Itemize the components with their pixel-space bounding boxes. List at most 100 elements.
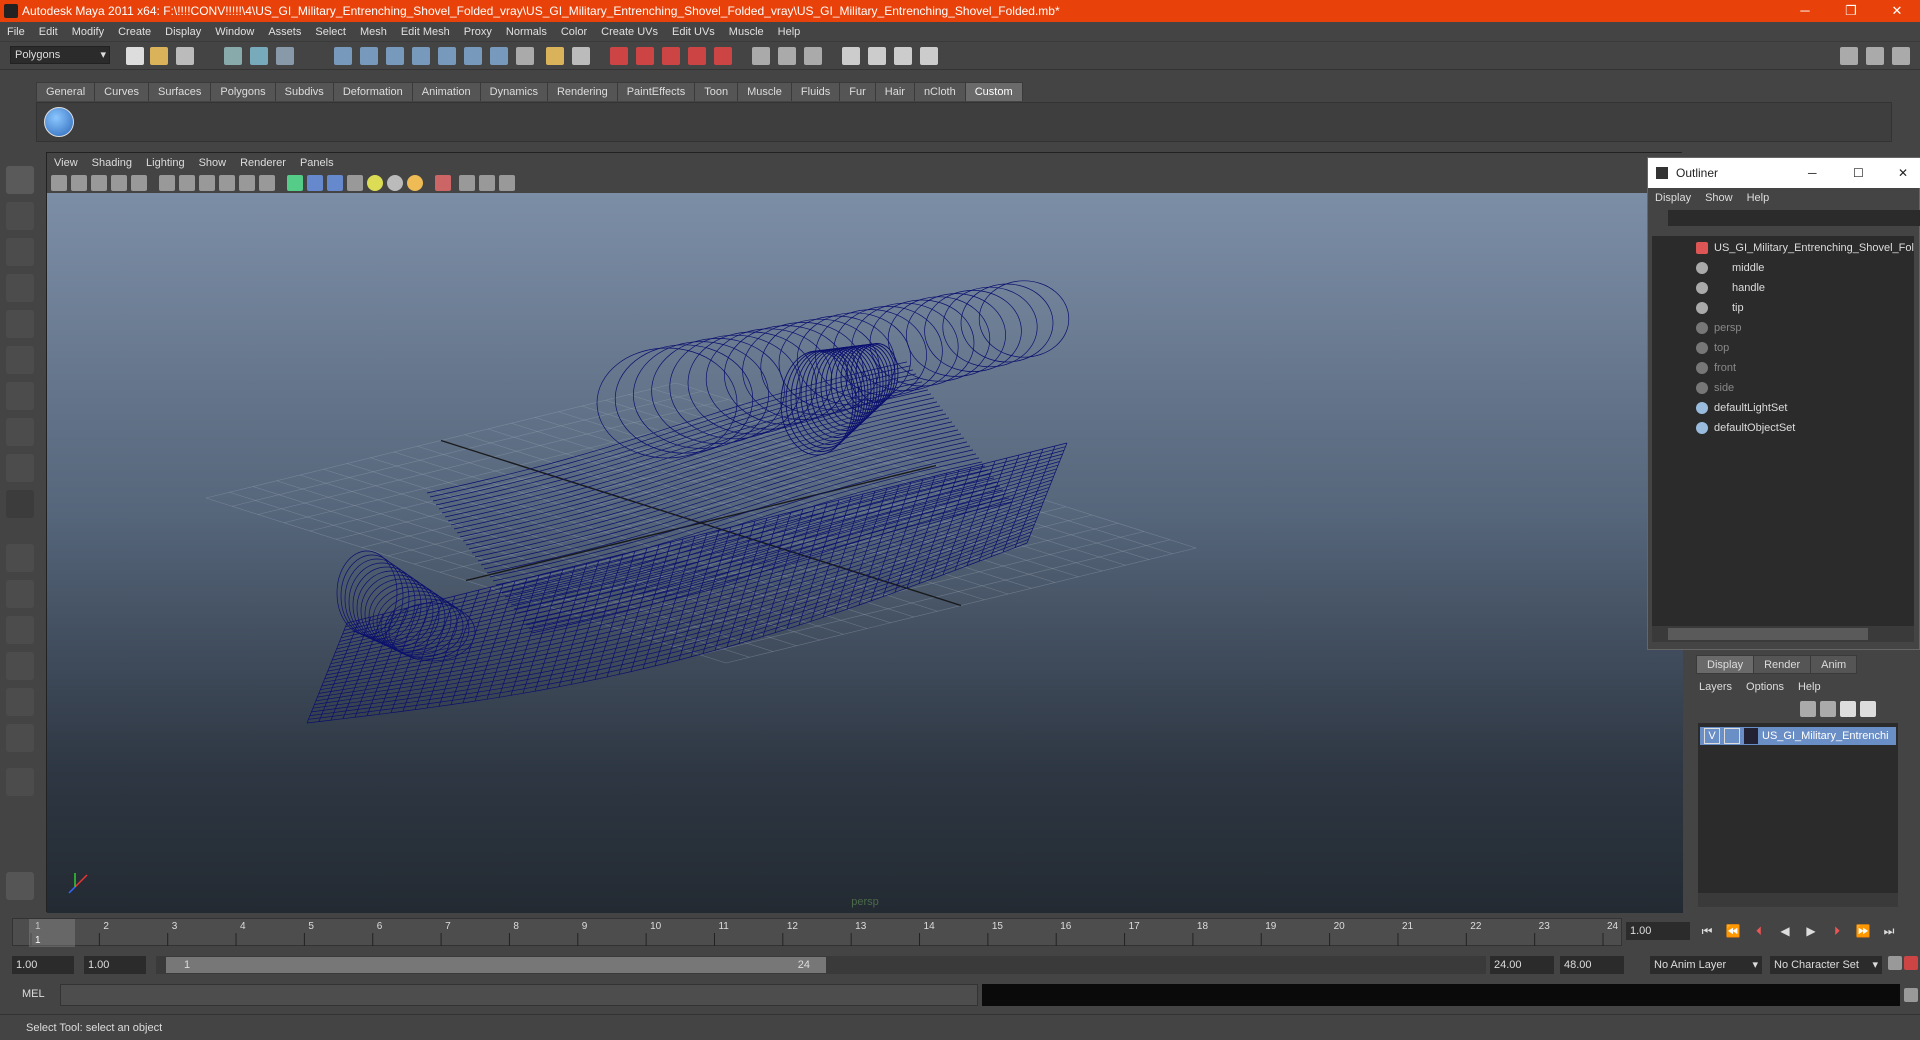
render-view-icon[interactable] (714, 47, 732, 65)
play-backwards-icon[interactable]: ◀ (1776, 924, 1794, 938)
menu-assets[interactable]: Assets (261, 22, 308, 42)
play-forwards-icon[interactable]: ▶ (1802, 924, 1820, 938)
snap-grid-icon[interactable] (334, 47, 352, 65)
menu-set-selector[interactable]: Polygons ▾ (10, 46, 110, 64)
last-tool-icon[interactable] (6, 490, 34, 518)
shelf-tab-rendering[interactable]: Rendering (546, 82, 618, 101)
start-time-field[interactable]: 1.00 (12, 956, 74, 974)
two-d-pan-zoom-icon[interactable] (111, 175, 127, 191)
tool-settings-icon[interactable] (868, 47, 886, 65)
menu-proxy[interactable]: Proxy (457, 22, 499, 42)
viewport-canvas[interactable]: persp (47, 193, 1683, 913)
menu-display[interactable]: Display (158, 22, 208, 42)
rename-icon[interactable] (778, 47, 796, 65)
viewport-menu-renderer[interactable]: Renderer (233, 153, 293, 173)
menu-create[interactable]: Create (111, 22, 158, 42)
shelf-tab-fur[interactable]: Fur (839, 82, 876, 101)
outliner-item[interactable]: defaultObjectSet (1652, 418, 1914, 438)
outliner-horizontal-scrollbar[interactable] (1652, 626, 1914, 642)
go-to-start-icon[interactable]: ⏮ (1698, 924, 1716, 938)
hypershade-icon[interactable] (688, 47, 706, 65)
shelf-tab-deformation[interactable]: Deformation (332, 82, 413, 101)
shelf-tab-curves[interactable]: Curves (94, 82, 149, 101)
layer-color-swatch[interactable] (1744, 728, 1758, 744)
menu-muscle[interactable]: Muscle (722, 22, 771, 42)
go-to-end-icon[interactable]: ⏭ (1880, 924, 1898, 938)
make-live-icon[interactable] (438, 47, 456, 65)
layer-menu-options[interactable]: Options (1739, 677, 1791, 697)
step-forward-key-icon[interactable]: ⏵ (1828, 924, 1846, 938)
move-tool-icon[interactable] (6, 274, 34, 302)
paint-select-tool-icon[interactable] (6, 238, 34, 266)
save-scene-icon[interactable] (176, 47, 194, 65)
construction-history-icon[interactable] (490, 47, 508, 65)
toggle-tool-settings-icon[interactable] (1866, 47, 1884, 65)
outliner-menu-help[interactable]: Help (1740, 188, 1777, 208)
toggle-attribute-editor-icon[interactable] (1840, 47, 1858, 65)
ipr-render-icon[interactable] (636, 47, 654, 65)
layer-playback-toggle[interactable] (1724, 728, 1740, 744)
xray-icon[interactable] (459, 175, 475, 191)
restore-button[interactable]: ❐ (1828, 0, 1874, 22)
minimize-button[interactable]: ─ (1782, 0, 1828, 22)
outliner-item[interactable]: front (1652, 358, 1914, 378)
quick-layout-icon[interactable] (6, 872, 34, 900)
shelf-tab-custom[interactable]: Custom (964, 82, 1023, 101)
isolate-select-icon[interactable] (435, 175, 451, 191)
shelf-tab-surfaces[interactable]: Surfaces (147, 82, 212, 101)
shelf-tab-toon[interactable]: Toon (694, 82, 739, 101)
input-line-icon[interactable] (752, 47, 770, 65)
shelf-tab-hair[interactable]: Hair (874, 82, 915, 101)
more-layouts-icon[interactable] (6, 768, 34, 796)
smooth-shade-icon[interactable] (307, 175, 323, 191)
move-layer-down-icon[interactable] (1820, 701, 1836, 717)
menu-normals[interactable]: Normals (499, 22, 554, 42)
layer-tab-render[interactable]: Render (1753, 655, 1812, 674)
menu-edit-uvs[interactable]: Edit UVs (665, 22, 722, 42)
select-component-icon[interactable] (276, 47, 294, 65)
open-scene-icon[interactable] (150, 47, 168, 65)
outliner-item[interactable]: side (1652, 378, 1914, 398)
layer-scrollbar[interactable] (1698, 893, 1898, 907)
graph-persp-layout-icon[interactable] (6, 652, 34, 680)
select-tool-icon[interactable] (6, 166, 34, 194)
menu-edit[interactable]: Edit (32, 22, 65, 42)
menu-help[interactable]: Help (771, 22, 808, 42)
step-back-key-icon[interactable]: ⏴ (1750, 924, 1768, 938)
rotate-tool-icon[interactable] (6, 310, 34, 338)
outliner-persp-layout-icon[interactable] (6, 616, 34, 644)
shelf-tab-general[interactable]: General (36, 82, 96, 101)
four-view-layout-icon[interactable] (6, 580, 34, 608)
current-frame-field[interactable]: 1.00 (1626, 922, 1690, 940)
layer-visibility-toggle[interactable]: V (1704, 728, 1720, 744)
outliner-maximize-button[interactable]: ☐ (1853, 158, 1864, 188)
outliner-menu-display[interactable]: Display (1648, 188, 1698, 208)
menu-window[interactable]: Window (208, 22, 261, 42)
wireframe-icon[interactable] (287, 175, 303, 191)
command-input[interactable] (60, 984, 978, 1006)
range-slider-thumb[interactable]: 1 24 (166, 957, 826, 973)
single-perspective-layout-icon[interactable] (6, 544, 34, 572)
help-question-icon[interactable] (516, 47, 534, 65)
end-time-field[interactable]: 24.00 (1490, 956, 1554, 974)
shelf-tab-dynamics[interactable]: Dynamics (479, 82, 548, 101)
field-chart-icon[interactable] (239, 175, 255, 191)
new-scene-icon[interactable] (126, 47, 144, 65)
lock-icon[interactable] (546, 47, 564, 65)
snap-curve-icon[interactable] (360, 47, 378, 65)
resolution-gate-icon[interactable] (199, 175, 215, 191)
outliner-item[interactable]: US_GI_Military_Entrenching_Shovel_Fol (1652, 238, 1914, 258)
hypershade-persp-layout-icon[interactable] (6, 688, 34, 716)
outliner-close-button[interactable]: ✕ (1898, 158, 1908, 188)
outliner-item[interactable]: handle (1652, 278, 1914, 298)
viewport-menu-lighting[interactable]: Lighting (139, 153, 192, 173)
outliner-filter-input[interactable] (1668, 210, 1920, 226)
checkmark-icon[interactable] (44, 107, 74, 137)
viewport-menu-show[interactable]: Show (192, 153, 234, 173)
shelf-tab-subdivs[interactable]: Subdivs (274, 82, 334, 101)
renderer-settings-icon[interactable] (499, 175, 515, 191)
layer-tab-display[interactable]: Display (1696, 655, 1755, 674)
outliner-menu-show[interactable]: Show (1698, 188, 1740, 208)
menu-create-uvs[interactable]: Create UVs (594, 22, 665, 42)
menu-mesh[interactable]: Mesh (353, 22, 394, 42)
